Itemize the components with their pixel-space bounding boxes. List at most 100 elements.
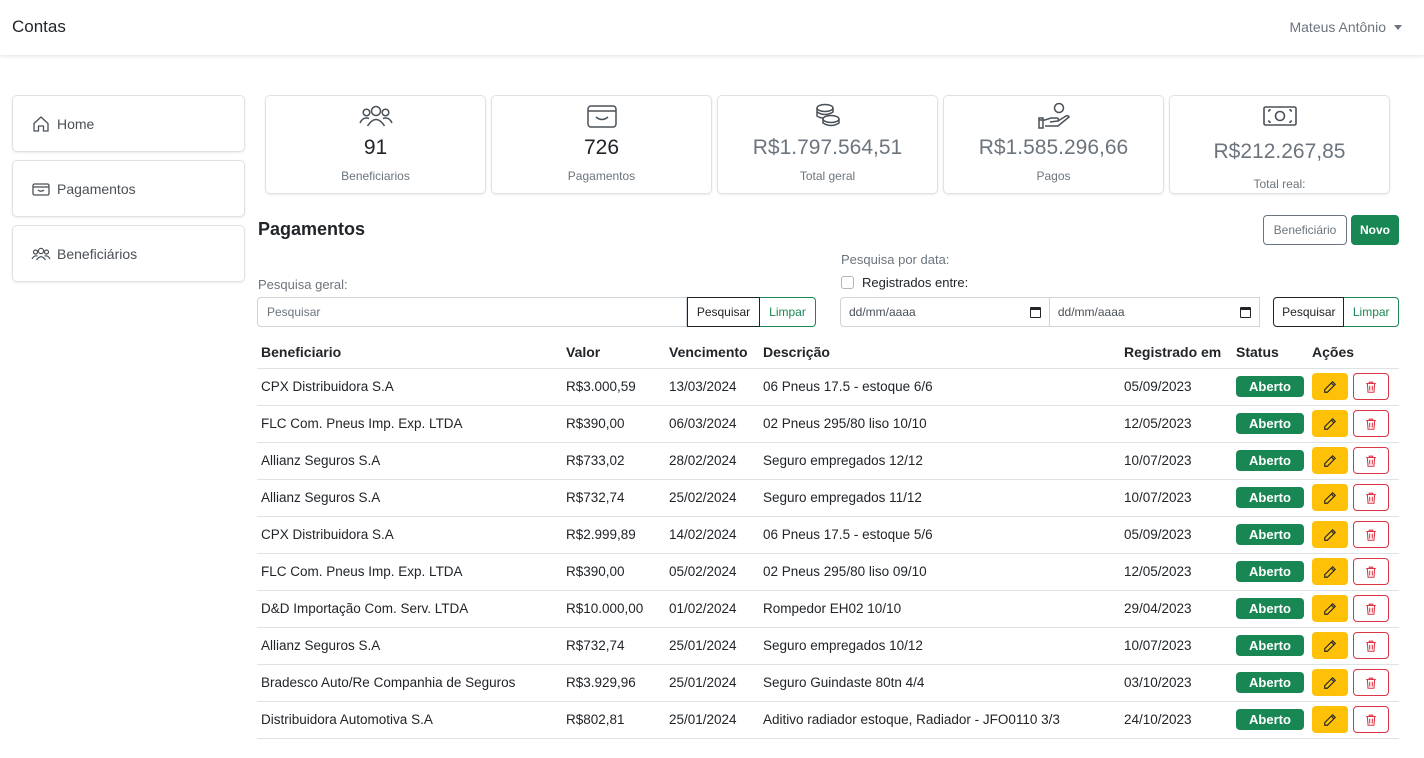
trash-icon [1366,640,1376,652]
cell-descricao: Seguro empregados 12/12 [759,442,1120,480]
date-clear-button[interactable]: Limpar [1344,297,1399,327]
top-navbar: Contas Mateus Antônio [0,0,1424,55]
edit-button[interactable] [1312,373,1348,400]
delete-button[interactable] [1353,595,1389,622]
edit-button[interactable] [1312,558,1348,585]
row-actions [1312,632,1399,659]
date-from-value: dd/mm/aaaa [849,305,916,319]
delete-button[interactable] [1353,558,1389,585]
cell-beneficiario: Bradesco Auto/Re Companhia de Seguros [257,664,562,702]
caret-down-icon [1394,24,1402,30]
col-header-descricao[interactable]: Descrição [759,337,1120,369]
card-label: Total geral [799,169,856,183]
delete-button[interactable] [1353,447,1389,474]
delete-button[interactable] [1353,484,1389,511]
cell-vencimento: 14/02/2024 [665,516,759,554]
edit-button[interactable] [1312,484,1348,511]
cell-descricao: Seguro Guindaste 80tn 4/4 [759,664,1120,702]
table-row[interactable]: FLC Com. Pneus Imp. Exp. LTDA R$390,00 05/… [257,553,1399,591]
search-button[interactable]: Pesquisar [687,297,760,327]
col-header-beneficiario[interactable]: Beneficiario [257,337,562,369]
table-row[interactable]: Allianz Seguros S.A R$733,02 28/02/2024 Seg… [257,442,1399,480]
registered-between-checkbox[interactable] [841,276,854,289]
table-row[interactable]: CPX Distribuidora S.A R$3.000,59 13/03/202… [257,368,1399,406]
app-brand[interactable]: Contas [12,17,66,37]
cell-descricao: 06 Pneus 17.5 - estoque 5/6 [759,516,1120,554]
delete-button[interactable] [1353,410,1389,437]
table-row[interactable]: Allianz Seguros S.A R$732,74 25/01/2024 Seg… [257,627,1399,665]
edit-button[interactable] [1312,632,1348,659]
people-icon [31,247,51,260]
general-search-group: Pesquisar Pesquisar Limpar [257,297,816,327]
col-header-status[interactable]: Status [1232,337,1308,369]
cell-status: Aberto [1232,553,1308,591]
row-actions [1312,484,1399,511]
user-menu-dropdown[interactable]: Mateus Antônio [1289,19,1402,35]
table-row[interactable]: FLC Com. Pneus Imp. Exp. LTDA R$390,00 06/… [257,405,1399,443]
cell-registrado: 24/10/2023 [1120,701,1232,739]
delete-button[interactable] [1353,669,1389,696]
row-actions [1312,447,1399,474]
search-input[interactable]: Pesquisar [257,297,687,327]
trash-icon [1366,603,1376,615]
trash-icon [1366,677,1376,689]
edit-button[interactable] [1312,447,1348,474]
delete-button[interactable] [1353,373,1389,400]
cell-acoes [1308,590,1399,628]
delete-button[interactable] [1353,521,1389,548]
sidebar-item-label: Beneficiários [57,245,138,262]
date-search-button[interactable]: Pesquisar [1273,297,1345,327]
trash-icon [1366,381,1376,393]
edit-button[interactable] [1312,595,1348,622]
sidebar-item-home[interactable]: Home [12,95,245,152]
cell-beneficiario: Allianz Seguros S.A [257,442,562,480]
pencil-icon [1324,380,1337,393]
clear-button[interactable]: Limpar [760,297,816,327]
delete-button[interactable] [1353,706,1389,733]
sidebar-item-beneficiarios[interactable]: Beneficiários [12,225,245,282]
pencil-icon [1324,528,1337,541]
calendar-icon[interactable] [1239,306,1251,318]
card-label: Pagos [1036,169,1071,183]
checkbox-label: Registrados entre: [862,275,969,290]
table-row[interactable]: D&D Importação Com. Serv. LTDA R$10.000,0… [257,590,1399,628]
row-actions [1312,669,1399,696]
pencil-icon [1324,639,1337,652]
status-badge: Aberto [1236,487,1304,508]
wallet-icon [32,182,50,196]
date-to-input[interactable]: dd/mm/aaaa [1049,297,1260,327]
card-pagos: R$1.585.296,66 Pagos [943,95,1164,194]
cell-beneficiario: Distribuidora Automotiva S.A [257,701,562,739]
date-from-input[interactable]: dd/mm/aaaa [840,297,1050,327]
col-header-valor[interactable]: Valor [562,337,665,369]
trash-icon [1366,566,1376,578]
novo-button[interactable]: Novo [1351,215,1399,245]
sidebar-item-pagamentos[interactable]: Pagamentos [12,160,245,217]
status-badge: Aberto [1236,450,1304,471]
cell-vencimento: 25/01/2024 [665,664,759,702]
edit-button[interactable] [1312,669,1348,696]
table-row[interactable]: Distribuidora Automotiva S.A R$802,81 25/0… [257,701,1399,739]
trash-icon [1366,455,1376,467]
edit-button[interactable] [1312,521,1348,548]
home-icon [33,115,49,132]
cell-status: Aberto [1232,405,1308,443]
calendar-icon[interactable] [1029,306,1041,318]
delete-button[interactable] [1353,632,1389,659]
row-actions [1312,706,1399,733]
table-row[interactable]: Bradesco Auto/Re Companhia de Seguros R$3… [257,664,1399,702]
cell-status: Aberto [1232,627,1308,665]
cell-beneficiario: FLC Com. Pneus Imp. Exp. LTDA [257,553,562,591]
edit-button[interactable] [1312,706,1348,733]
table-row[interactable]: Allianz Seguros S.A R$732,74 25/02/2024 Seg… [257,479,1399,517]
col-header-vencimento[interactable]: Vencimento [665,337,759,369]
cell-vencimento: 05/02/2024 [665,553,759,591]
cell-registrado: 10/07/2023 [1120,479,1232,517]
col-header-registrado[interactable]: Registrado em [1120,337,1232,369]
cell-valor: R$732,74 [562,479,665,517]
table-row[interactable]: CPX Distribuidora S.A R$2.999,89 14/02/202… [257,516,1399,554]
status-badge: Aberto [1236,561,1304,582]
beneficiario-button[interactable]: Beneficiário [1263,215,1347,245]
edit-button[interactable] [1312,410,1348,437]
sidebar-item-label: Home [57,115,95,132]
